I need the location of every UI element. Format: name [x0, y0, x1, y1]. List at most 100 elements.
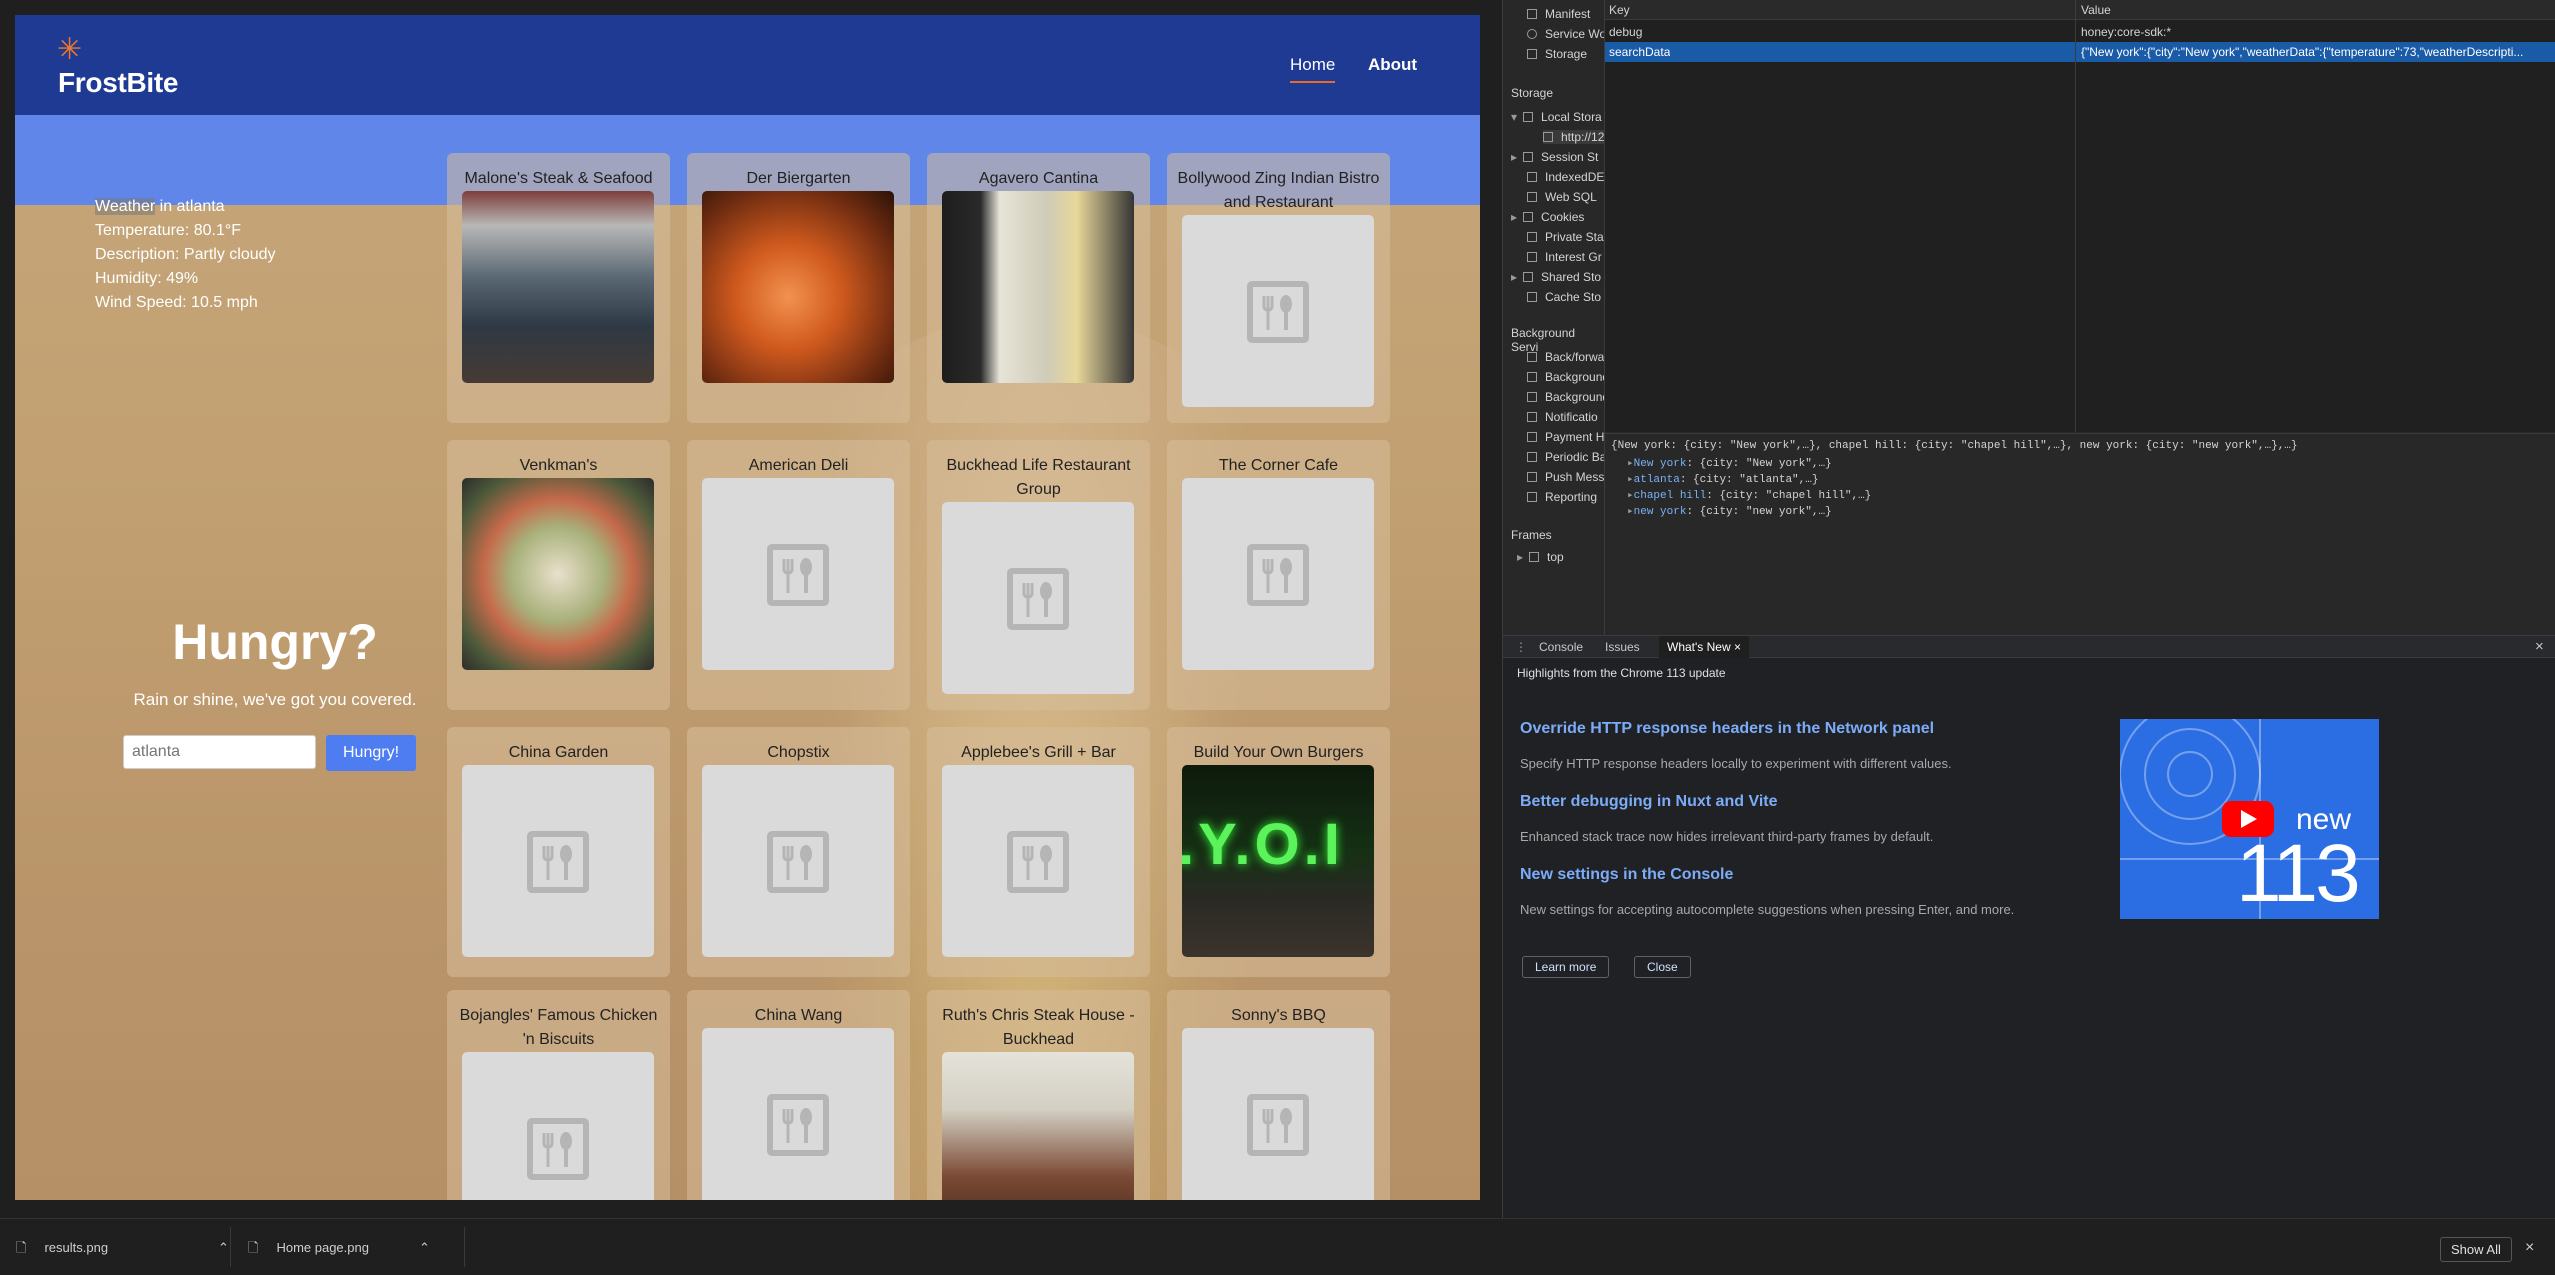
- background-service-label: Periodic Ba: [1545, 450, 1605, 464]
- restaurant-card[interactable]: Der Biergarten: [687, 153, 910, 423]
- restaurant-card[interactable]: Chopstix: [687, 727, 910, 977]
- expand-arrow-icon[interactable]: ▸: [1627, 490, 1634, 502]
- expand-arrow-icon[interactable]: ▸: [1627, 474, 1634, 486]
- close-tab-icon[interactable]: ×: [1734, 640, 1741, 654]
- background-service-item[interactable]: Background: [1527, 390, 1604, 404]
- restaurant-card[interactable]: Applebee's Grill + Bar: [927, 727, 1150, 977]
- restaurant-card[interactable]: The Corner Cafe: [1167, 440, 1390, 710]
- background-service-item[interactable]: Periodic Ba: [1527, 450, 1605, 464]
- expand-arrow-icon[interactable]: ▸: [1511, 150, 1517, 164]
- tab-whats-new[interactable]: What's New ×: [1659, 636, 1749, 658]
- background-service-item[interactable]: Background: [1527, 370, 1604, 384]
- table-header: Key Value: [1605, 0, 2555, 20]
- show-all-button[interactable]: Show All: [2440, 1237, 2512, 1262]
- expand-arrow-icon[interactable]: ▸: [1511, 210, 1517, 224]
- sidebar-item-service-workers[interactable]: Service Wo: [1527, 27, 1605, 41]
- hungry-button[interactable]: Hungry!: [326, 735, 416, 771]
- sidebar-item-manifest[interactable]: Manifest: [1527, 7, 1590, 21]
- fork-knife-icon: [1007, 831, 1069, 893]
- restaurant-card[interactable]: Venkman's: [447, 440, 670, 710]
- chevron-up-icon[interactable]: ⌃: [419, 1240, 430, 1255]
- restaurant-card[interactable]: Agavero Cantina: [927, 153, 1150, 423]
- whats-new-item-title[interactable]: Override HTTP response headers in the Ne…: [1520, 720, 1934, 738]
- storage-item[interactable]: Interest Gr: [1527, 250, 1602, 264]
- close-downloads-icon[interactable]: ×: [2525, 1233, 2534, 1263]
- background-service-item[interactable]: Payment H: [1527, 430, 1604, 444]
- restaurant-card[interactable]: China Wang: [687, 990, 910, 1200]
- preview-value: : {city: "atlanta",…}: [1679, 474, 1819, 486]
- weather-heading: Weather in atlanta: [95, 195, 276, 219]
- table-row-selected[interactable]: searchData {"New york":{"city":"New york…: [1605, 42, 2555, 62]
- preview-value: : {city: "new york",…}: [1686, 506, 1832, 518]
- storage-item[interactable]: ▸ Session St: [1511, 150, 1598, 164]
- download-item[interactable]: 🗋 Home page.png ⌃: [248, 1233, 430, 1263]
- chevron-up-icon[interactable]: ⌃: [218, 1240, 229, 1255]
- close-drawer-icon[interactable]: ×: [2535, 636, 2544, 658]
- download-item[interactable]: 🗋 results.png ⌃: [16, 1233, 229, 1263]
- drawer-menu-icon[interactable]: ⋮: [1515, 636, 1527, 658]
- whats-new-video-thumbnail[interactable]: new 113: [2120, 719, 2379, 919]
- nav-about-link[interactable]: About: [1368, 55, 1417, 75]
- restaurant-card[interactable]: Sonny's BBQ: [1167, 990, 1390, 1200]
- value-column-header[interactable]: Value: [2081, 0, 2111, 20]
- learn-more-button[interactable]: Learn more: [1522, 956, 1610, 978]
- storage-item[interactable]: Cache Sto: [1527, 290, 1601, 304]
- restaurant-name: China Wang: [754, 1007, 843, 1024]
- restaurant-card[interactable]: China Garden: [447, 727, 670, 977]
- frames-heading: Frames: [1511, 528, 1552, 542]
- background-service-item[interactable]: Push Mess: [1527, 470, 1604, 484]
- preview-entry[interactable]: ▸chapel hill: {city: "chapel hill",…}: [1627, 488, 1871, 502]
- storage-item[interactable]: Web SQL: [1527, 190, 1597, 204]
- storage-item[interactable]: ▾ Local Stora: [1511, 110, 1602, 124]
- restaurant-card[interactable]: Malone's Steak & Seafood: [447, 153, 670, 423]
- brand-name[interactable]: FrostBite: [58, 67, 179, 99]
- background-service-label: Payment H: [1545, 430, 1605, 444]
- storage-icon: [1527, 232, 1537, 242]
- storage-item[interactable]: ▸ Cookies: [1511, 210, 1584, 224]
- storage-icon: [1527, 252, 1537, 262]
- restaurant-name: The Corner Cafe: [1218, 457, 1339, 474]
- download-divider: [464, 1227, 465, 1267]
- restaurant-card[interactable]: Buckhead Life Restaurant Group: [927, 440, 1150, 710]
- restaurant-card[interactable]: Build Your Own Burgers .Y.O.I: [1167, 727, 1390, 977]
- preview-root[interactable]: {New york: {city: "New york",…}, chapel …: [1611, 440, 2298, 452]
- restaurant-card[interactable]: Bojangles' Famous Chicken 'n Biscuits: [447, 990, 670, 1200]
- expand-arrow-icon[interactable]: ▾: [1511, 110, 1517, 124]
- weather-heading-word: Weather: [95, 198, 156, 215]
- preview-key: atlanta: [1633, 474, 1680, 486]
- sidebar-item-storage-overview[interactable]: Storage: [1527, 47, 1587, 61]
- preview-entry[interactable]: ▸new york: {city: "new york",…}: [1627, 504, 1832, 518]
- preview-entry[interactable]: ▸New york: {city: "New york",…}: [1627, 456, 1832, 470]
- background-service-item[interactable]: Notificatio: [1527, 410, 1598, 424]
- whats-new-item-title[interactable]: New settings in the Console: [1520, 866, 1733, 884]
- city-search-input[interactable]: [123, 735, 316, 769]
- preview-entry[interactable]: ▸atlanta: {city: "atlanta",…}: [1627, 472, 1818, 486]
- storage-item[interactable]: IndexedDE: [1527, 170, 1604, 184]
- restaurant-card[interactable]: Bollywood Zing Indian Bistro and Restaur…: [1167, 153, 1390, 423]
- storage-item[interactable]: ▸ Shared Sto: [1511, 270, 1601, 284]
- storage-item[interactable]: Private Sta: [1527, 230, 1604, 244]
- restaurant-name: Applebee's Grill + Bar: [961, 744, 1116, 761]
- restaurant-photo: .Y.O.I: [1182, 765, 1374, 957]
- weather-heading-city: in atlanta: [155, 198, 225, 215]
- tab-issues[interactable]: Issues: [1605, 636, 1640, 658]
- expand-arrow-icon[interactable]: ▸: [1627, 458, 1634, 470]
- expand-arrow-icon[interactable]: ▸: [1627, 506, 1634, 518]
- storage-item-label: IndexedDE: [1545, 170, 1605, 184]
- fork-knife-icon: [1247, 281, 1309, 343]
- restaurant-card[interactable]: American Deli: [687, 440, 910, 710]
- tab-console[interactable]: Console: [1539, 636, 1583, 658]
- storage-item[interactable]: http://12: [1543, 130, 1604, 144]
- background-service-item[interactable]: Back/forwa: [1527, 350, 1604, 364]
- table-row[interactable]: debug honey:core-sdk:*: [1605, 22, 2555, 42]
- restaurant-card[interactable]: Ruth's Chris Steak House - Buckhead: [927, 990, 1150, 1200]
- frame-top[interactable]: ▸ top: [1517, 550, 1564, 564]
- column-divider[interactable]: [2075, 0, 2076, 432]
- sidebar-item-label: Service Wo: [1545, 27, 1605, 41]
- whats-new-item-title[interactable]: Better debugging in Nuxt and Vite: [1520, 793, 1778, 811]
- close-button[interactable]: Close: [1634, 956, 1691, 978]
- key-column-header[interactable]: Key: [1609, 0, 1630, 20]
- nav-home-link[interactable]: Home: [1290, 55, 1336, 83]
- background-service-item[interactable]: Reporting: [1527, 490, 1597, 504]
- expand-arrow-icon[interactable]: ▸: [1511, 270, 1517, 284]
